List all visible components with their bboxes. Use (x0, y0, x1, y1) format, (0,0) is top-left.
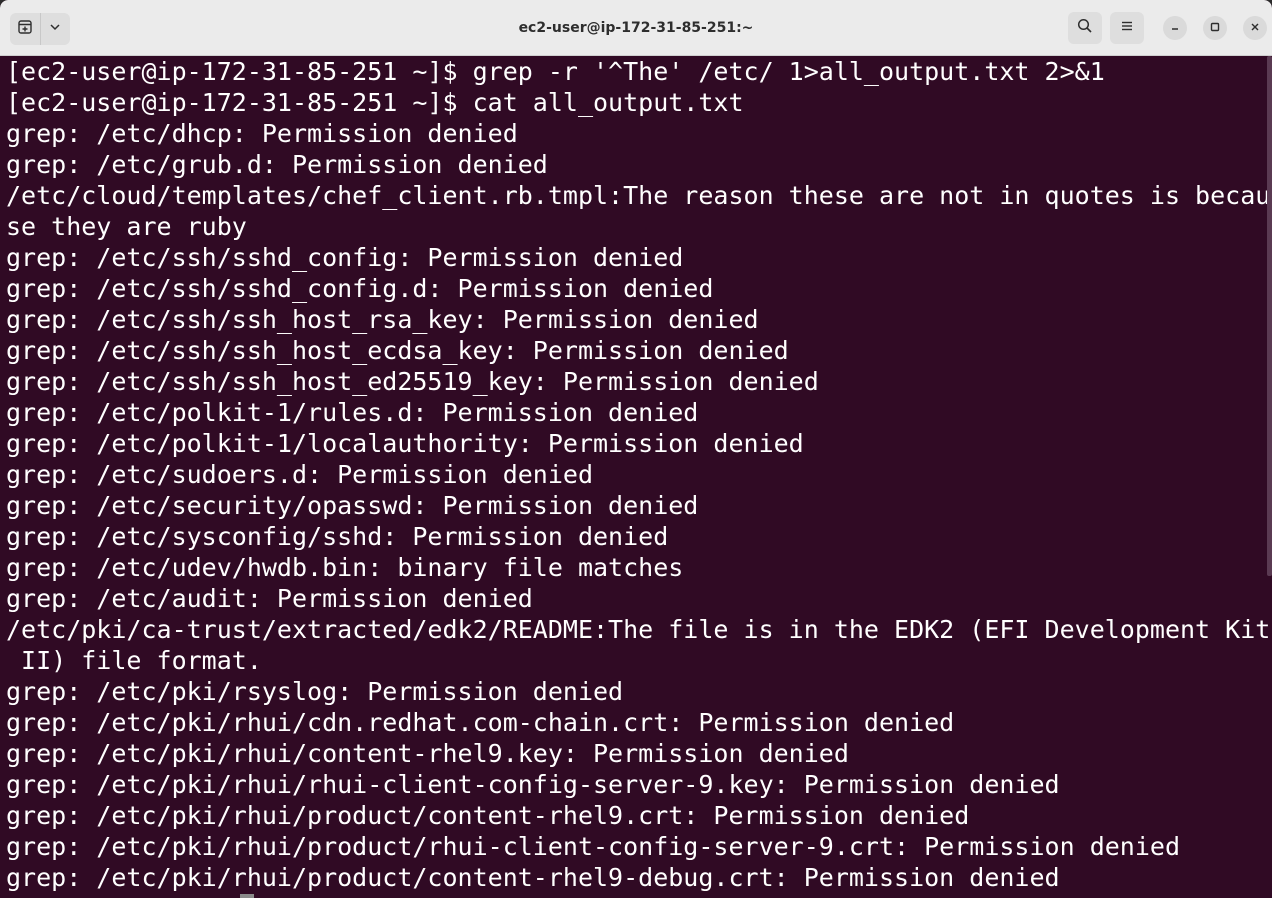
terminal-line: grep: /etc/dhcp: Permission denied (6, 119, 518, 148)
minimize-icon (1170, 19, 1180, 37)
terminal-line: grep: /etc/pki/rhui/product/rhui-client-… (6, 832, 1180, 861)
close-button[interactable] (1243, 16, 1267, 40)
terminal-line: grep: /etc/ssh/ssh_host_rsa_key: Permiss… (6, 305, 759, 334)
terminal-output[interactable]: [ec2-user@ip-172-31-85-251 ~]$ grep -r '… (0, 56, 1272, 898)
new-tab-button[interactable] (10, 13, 40, 45)
terminal-line: grep: /etc/polkit-1/localauthority: Perm… (6, 429, 804, 458)
terminal-line: grep: /etc/pki/rhui/cdn.redhat.com-chain… (6, 708, 955, 737)
chevron-down-icon (48, 20, 62, 39)
close-icon (1250, 19, 1260, 37)
terminal-line: grep: /etc/pki/rsyslog: Permission denie… (6, 677, 624, 706)
terminal-line: [ec2-user@ip-172-31-85-251 ~]$ cat all_o… (6, 88, 744, 117)
maximize-icon (1210, 19, 1220, 37)
terminal-line: grep: /etc/ssh/ssh_host_ecdsa_key: Permi… (6, 336, 789, 365)
terminal-line: grep: /etc/ssh/sshd_config: Permission d… (6, 243, 684, 272)
minimize-button[interactable] (1163, 16, 1187, 40)
vertical-scrollbar[interactable] (1267, 56, 1272, 898)
title-bar[interactable]: ec2-user@ip-172-31-85-251:~ (0, 0, 1272, 56)
tab-menu-button[interactable] (41, 13, 71, 45)
search-button[interactable] (1068, 12, 1102, 44)
terminal-line: grep: /etc/pki/rhui/content-rhel9.key: P… (6, 739, 849, 768)
new-tab-split-button (10, 13, 70, 45)
terminal-window: ec2-user@ip-172-31-85-251:~ [ec2-user@ip… (0, 0, 1272, 898)
horizontal-scroll-indicator (240, 894, 254, 898)
terminal-line: grep: /etc/sysconfig/sshd: Permission de… (6, 522, 669, 551)
scrollbar-thumb[interactable] (1267, 56, 1272, 576)
terminal-line: grep: /etc/polkit-1/rules.d: Permission … (6, 398, 699, 427)
terminal-line: II) file format. (6, 646, 262, 675)
terminal-line: grep: /etc/udev/hwdb.bin: binary file ma… (6, 553, 684, 582)
terminal-line: /etc/pki/ca-trust/extracted/edk2/README:… (6, 615, 1271, 644)
terminal-line: grep: /etc/audit: Permission denied (6, 584, 533, 613)
terminal-line: grep: /etc/ssh/ssh_host_ed25519_key: Per… (6, 367, 819, 396)
terminal-line: grep: /etc/pki/rhui/rhui-client-config-s… (6, 770, 1060, 799)
terminal-line: [ec2-user@ip-172-31-85-251 ~]$ grep -r '… (6, 57, 1105, 86)
menu-button[interactable] (1110, 12, 1144, 44)
terminal-line: grep: /etc/pki/rhui/product/content-rhel… (6, 863, 1060, 892)
terminal-line: grep: /etc/grub.d: Permission denied (6, 150, 548, 179)
search-icon (1077, 18, 1093, 39)
hamburger-menu-icon (1120, 19, 1134, 38)
terminal-line: /etc/cloud/templates/chef_client.rb.tmpl… (6, 181, 1271, 210)
maximize-button[interactable] (1203, 16, 1227, 40)
terminal-line: grep: /etc/pki/rhui/product/content-rhel… (6, 801, 970, 830)
terminal-line: grep: /etc/sudoers.d: Permission denied (6, 460, 593, 489)
terminal-line: grep: /etc/security/opasswd: Permission … (6, 491, 699, 520)
terminal-line: se they are ruby (6, 212, 247, 241)
new-tab-icon (17, 19, 33, 40)
terminal-line: grep: /etc/ssh/sshd_config.d: Permission… (6, 274, 714, 303)
